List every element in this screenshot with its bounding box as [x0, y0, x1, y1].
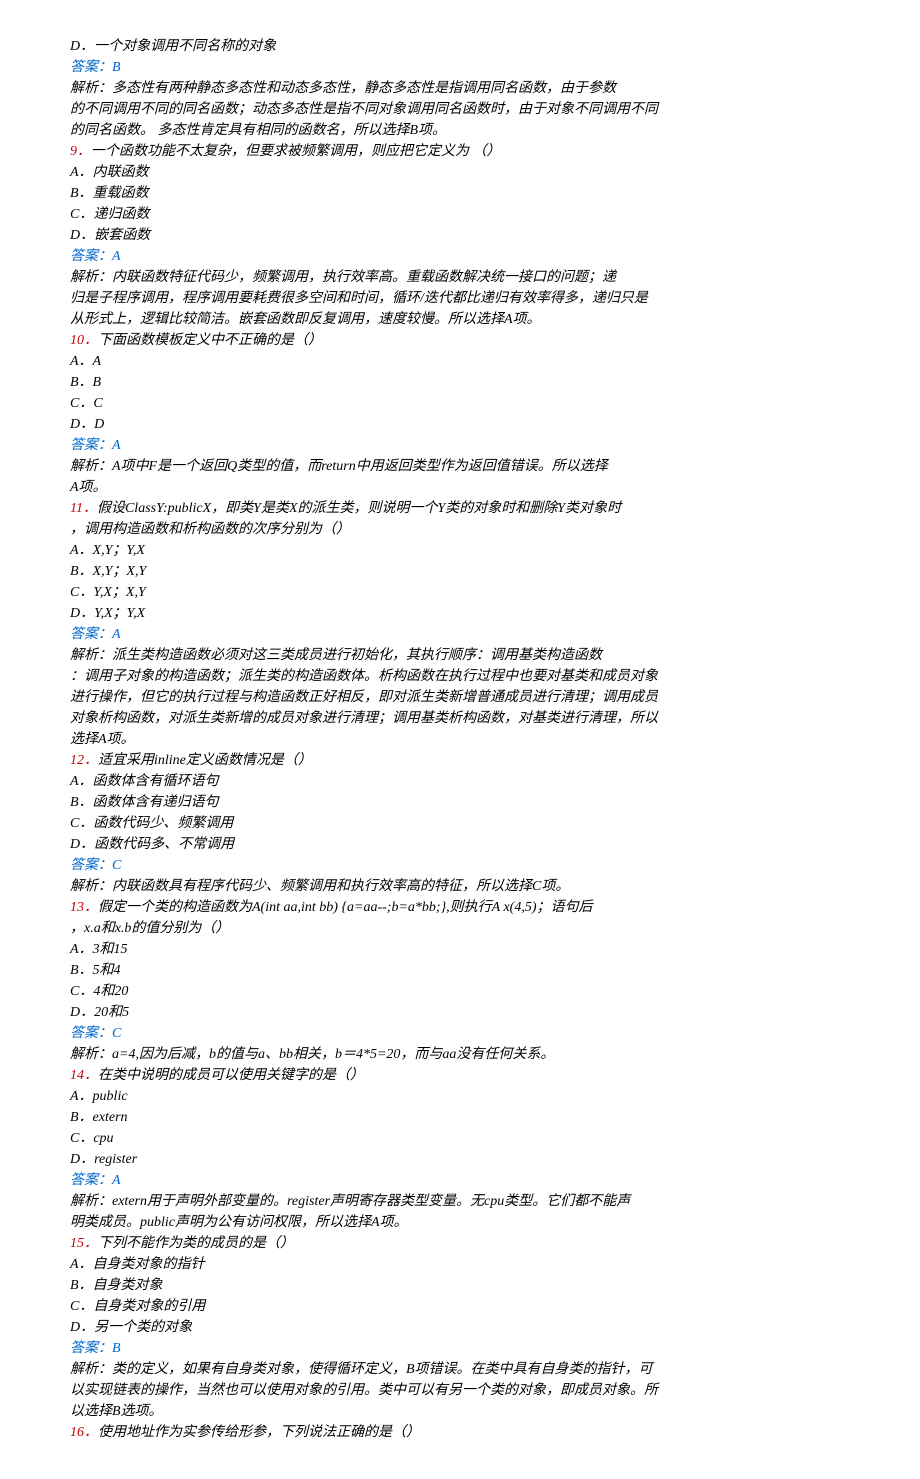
- text-line: A．3和15: [70, 939, 850, 960]
- answer-line: 答案：A: [70, 435, 850, 456]
- text-line: 11．假设ClassY:publicX，即类Y是类X的派生类，则说明一个Y类的对…: [70, 498, 850, 519]
- answer-line: 答案：A: [70, 246, 850, 267]
- question-number: 16．: [70, 1425, 98, 1440]
- question-text: 假设ClassY:publicX，即类Y是类X的派生类，则说明一个Y类的对象时和…: [97, 501, 621, 516]
- text-line: 10．下面函数模板定义中不正确的是（）: [70, 330, 850, 351]
- text-line: 归是子程序调用，程序调用要耗费很多空间和时间，循环/迭代都比递归有效率得多，递归…: [70, 288, 850, 309]
- text-line: A．自身类对象的指针: [70, 1254, 850, 1275]
- text-line: 解析：extern用于声明外部变量的。register声明寄存器类型变量。无cp…: [70, 1191, 850, 1212]
- question-text: 适宜采用inline定义函数情况是（）: [98, 753, 312, 768]
- text-line: B．X,Y；X,Y: [70, 561, 850, 582]
- text-line: 以选择B选项。: [70, 1401, 850, 1422]
- question-number: 15．: [70, 1236, 98, 1251]
- text-line: 解析：多态性有两种静态多态性和动态多态性，静态多态性是指调用同名函数，由于参数: [70, 78, 850, 99]
- text-line: 15．下列不能作为类的成员的是（）: [70, 1233, 850, 1254]
- question-text: 假定一个类的构造函数为A(int aa,int bb) {a=aa--;b=a*…: [98, 900, 593, 915]
- text-line: 14．在类中说明的成员可以使用关键字的是（）: [70, 1065, 850, 1086]
- text-line: ，x.a和x.b的值分别为（）: [70, 918, 850, 939]
- answer-line: 答案：B: [70, 1338, 850, 1359]
- text-line: 以实现链表的操作，当然也可以使用对象的引用。类中可以有另一个类的对象，即成员对象…: [70, 1380, 850, 1401]
- question-text: 下列不能作为类的成员的是（）: [98, 1236, 294, 1251]
- text-line: B．B: [70, 372, 850, 393]
- answer-line: 答案：A: [70, 624, 850, 645]
- text-line: C．4和20: [70, 981, 850, 1002]
- text-line: 的不同调用不同的同名函数；动态多态性是指不同对象调用同名函数时，由于对象不同调用…: [70, 99, 850, 120]
- text-line: C．cpu: [70, 1128, 850, 1149]
- text-line: C．自身类对象的引用: [70, 1296, 850, 1317]
- question-number: 13．: [70, 900, 98, 915]
- text-line: 对象析构函数，对派生类新增的成员对象进行清理；调用基类析构函数，对基类进行清理，…: [70, 708, 850, 729]
- text-line: 9．一个函数功能不太复杂，但要求被频繁调用，则应把它定义为 （）: [70, 141, 850, 162]
- text-line: D．register: [70, 1149, 850, 1170]
- answer-line: 答案：C: [70, 1023, 850, 1044]
- text-line: C．递归函数: [70, 204, 850, 225]
- text-line: 13．假定一个类的构造函数为A(int aa,int bb) {a=aa--;b…: [70, 897, 850, 918]
- text-line: B．extern: [70, 1107, 850, 1128]
- text-line: D．函数代码多、不常调用: [70, 834, 850, 855]
- question-text: 下面函数模板定义中不正确的是（）: [98, 333, 322, 348]
- answer-line: 答案：B: [70, 57, 850, 78]
- text-line: C．Y,X；X,Y: [70, 582, 850, 603]
- text-line: 解析：类的定义，如果有自身类对象，使得循环定义，B项错误。在类中具有自身类的指针…: [70, 1359, 850, 1380]
- text-line: 12．适宜采用inline定义函数情况是（）: [70, 750, 850, 771]
- question-text: 使用地址作为实参传给形参，下列说法正确的是（）: [98, 1425, 420, 1440]
- text-line: 解析：内联函数特征代码少，频繁调用，执行效率高。重载函数解决统一接口的问题；递: [70, 267, 850, 288]
- document-body: D．一个对象调用不同名称的对象答案：B解析：多态性有两种静态多态性和动态多态性，…: [70, 36, 850, 1443]
- text-line: 解析：A项中F是一个返回Q类型的值，而return中用返回类型作为返回值错误。所…: [70, 456, 850, 477]
- text-line: B．5和4: [70, 960, 850, 981]
- text-line: C．C: [70, 393, 850, 414]
- text-line: ：调用子对象的构造函数；派生类的构造函数体。析构函数在执行过程中也要对基类和成员…: [70, 666, 850, 687]
- answer-line: 答案：C: [70, 855, 850, 876]
- text-line: 解析：内联函数具有程序代码少、频繁调用和执行效率高的特征，所以选择C项。: [70, 876, 850, 897]
- text-line: A．内联函数: [70, 162, 850, 183]
- text-line: 的同名函数。 多态性肯定具有相同的函数名，所以选择B项。: [70, 120, 850, 141]
- text-line: A．public: [70, 1086, 850, 1107]
- question-text: 在类中说明的成员可以使用关键字的是（）: [98, 1068, 364, 1083]
- text-line: B．重载函数: [70, 183, 850, 204]
- question-number: 10．: [70, 333, 98, 348]
- question-number: 12．: [70, 753, 98, 768]
- text-line: D．嵌套函数: [70, 225, 850, 246]
- text-line: A．函数体含有循环语句: [70, 771, 850, 792]
- text-line: A．A: [70, 351, 850, 372]
- text-line: 进行操作，但它的执行过程与构造函数正好相反，即对派生类新增普通成员进行清理；调用…: [70, 687, 850, 708]
- text-line: D．20和5: [70, 1002, 850, 1023]
- text-line: D．Y,X；Y,X: [70, 603, 850, 624]
- question-text: 一个函数功能不太复杂，但要求被频繁调用，则应把它定义为 （）: [91, 144, 501, 159]
- text-line: A．X,Y；Y,X: [70, 540, 850, 561]
- text-line: 16．使用地址作为实参传给形参，下列说法正确的是（）: [70, 1422, 850, 1443]
- text-line: 从形式上，逻辑比较简洁。嵌套函数即反复调用，速度较慢。所以选择A项。: [70, 309, 850, 330]
- text-line: ，调用构造函数和析构函数的次序分别为（）: [70, 519, 850, 540]
- text-line: D．一个对象调用不同名称的对象: [70, 36, 850, 57]
- text-line: D．另一个类的对象: [70, 1317, 850, 1338]
- question-number: 14．: [70, 1068, 98, 1083]
- text-line: A项。: [70, 477, 850, 498]
- question-number: 9．: [70, 144, 91, 159]
- text-line: 明类成员。public声明为公有访问权限，所以选择A项。: [70, 1212, 850, 1233]
- text-line: C．函数代码少、频繁调用: [70, 813, 850, 834]
- text-line: 解析：a=4,因为后减，b的值与a、bb相关，b＝4*5=20，而与aa没有任何…: [70, 1044, 850, 1065]
- answer-line: 答案：A: [70, 1170, 850, 1191]
- text-line: D．D: [70, 414, 850, 435]
- text-line: 选择A项。: [70, 729, 850, 750]
- text-line: B．自身类对象: [70, 1275, 850, 1296]
- text-line: B．函数体含有递归语句: [70, 792, 850, 813]
- question-number: 11．: [70, 501, 97, 516]
- text-line: 解析：派生类构造函数必须对这三类成员进行初始化，其执行顺序：调用基类构造函数: [70, 645, 850, 666]
